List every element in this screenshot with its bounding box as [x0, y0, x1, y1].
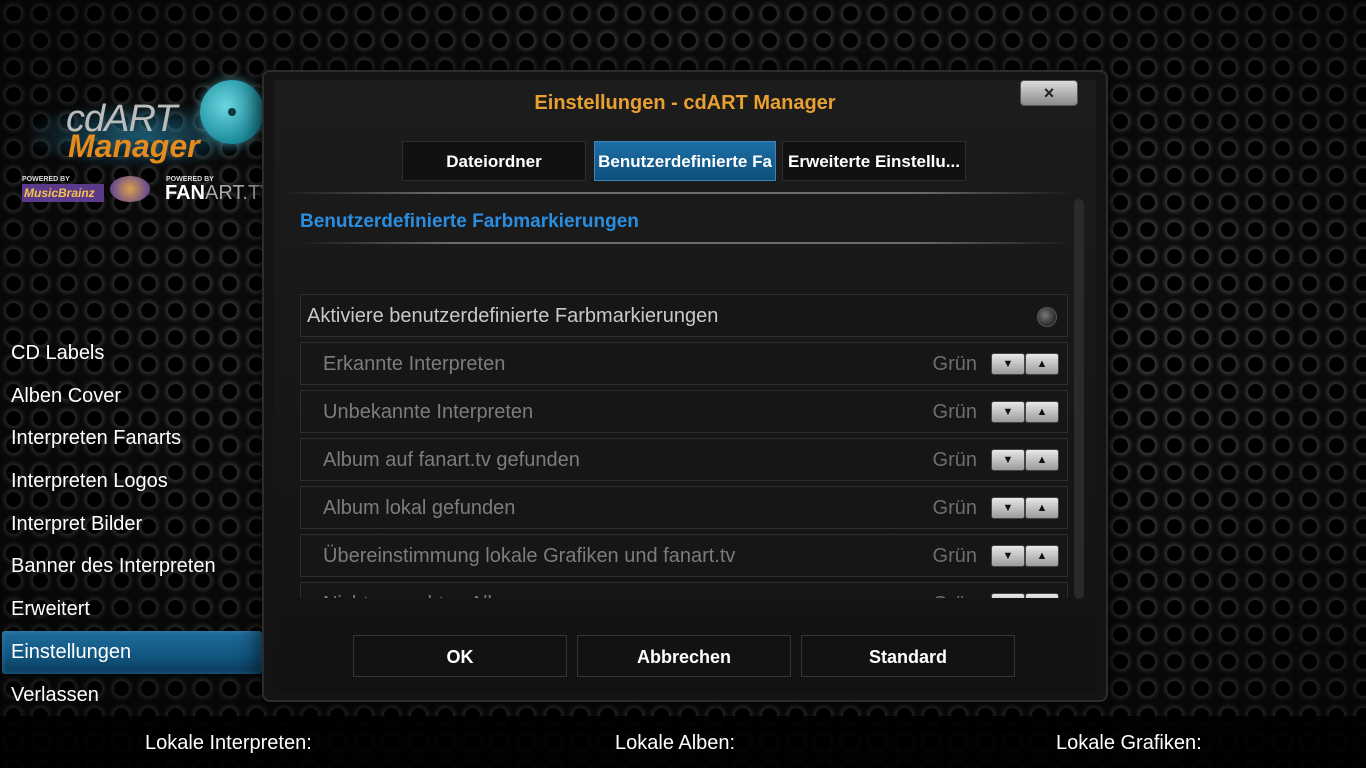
toggle-radio[interactable]: [1037, 307, 1057, 327]
setting-label: Album auf fanart.tv gefunden: [323, 449, 580, 471]
tabs-divider: [284, 192, 1074, 194]
sidebar-item-cd-labels[interactable]: CD Labels: [0, 332, 262, 375]
local-albums-label: Lokale Alben:: [615, 732, 736, 754]
tab-custom-colors[interactable]: Benutzerdefinierte Fa: [594, 141, 776, 181]
setting-value: Grün: [932, 401, 977, 423]
setting-label: Unbekannte Interpreten: [323, 401, 534, 423]
local-artists-label: Lokale Interpreten:: [145, 732, 312, 754]
brain-icon: [110, 176, 150, 202]
close-button[interactable]: ×: [1020, 80, 1078, 106]
increase-arrow-icon[interactable]: ▲: [1025, 449, 1059, 471]
tab-advanced-settings[interactable]: Erweiterte Einstellu...: [782, 141, 966, 181]
setting-row-album-local[interactable]: Album lokal gefunden Grün ▼ ▲: [300, 486, 1068, 529]
decrease-arrow-icon[interactable]: ▼: [991, 593, 1025, 598]
setting-value: Grün: [932, 353, 977, 375]
sidebar-item-artist-banners[interactable]: Banner des Interpreten: [0, 545, 262, 588]
setting-label: Album lokal gefunden: [323, 497, 516, 519]
logo-text-sub: Manager: [68, 128, 200, 164]
value-spinner: ▼ ▲: [991, 449, 1061, 471]
ok-button[interactable]: OK: [353, 635, 567, 677]
increase-arrow-icon[interactable]: ▲: [1025, 401, 1059, 423]
sidebar: CD Labels Alben Cover Interpreten Fanart…: [0, 332, 262, 716]
setting-row-album-on-fanart[interactable]: Album auf fanart.tv gefunden Grün ▼ ▲: [300, 438, 1068, 481]
decrease-arrow-icon[interactable]: ▼: [991, 545, 1025, 567]
increase-arrow-icon[interactable]: ▲: [1025, 353, 1059, 375]
setting-label: Nicht gesuchtes Album: [323, 583, 526, 598]
sidebar-item-artist-logos[interactable]: Interpreten Logos: [0, 460, 262, 503]
settings-list: Aktiviere benutzerdefinierte Farbmarkier…: [300, 294, 1068, 598]
musicbrainz-logo: MusicBrainz: [22, 184, 104, 202]
setting-row-unsearched-album[interactable]: Nicht gesuchtes Album Grün ▼ ▲: [300, 582, 1068, 598]
decrease-arrow-icon[interactable]: ▼: [991, 497, 1025, 519]
disc-icon: [200, 80, 264, 144]
decrease-arrow-icon[interactable]: ▼: [991, 353, 1025, 375]
decrease-arrow-icon[interactable]: ▼: [991, 401, 1025, 423]
increase-arrow-icon[interactable]: ▲: [1025, 497, 1059, 519]
list-scrollbar[interactable]: [1074, 199, 1084, 599]
settings-dialog: Einstellungen - cdART Manager × Dateiord…: [262, 70, 1108, 702]
increase-arrow-icon[interactable]: ▲: [1025, 545, 1059, 567]
fanart-logo-a: FAN: [165, 182, 205, 204]
setting-value: Grün: [932, 545, 977, 567]
value-spinner: ▼ ▲: [991, 401, 1061, 423]
status-bar: Lokale Interpreten: Lokale Alben: Lokale…: [0, 716, 1366, 768]
decrease-arrow-icon[interactable]: ▼: [991, 449, 1025, 471]
setting-row-enable-colors[interactable]: Aktiviere benutzerdefinierte Farbmarkier…: [300, 294, 1068, 337]
value-spinner: ▼ ▲: [991, 497, 1061, 519]
app-logo: cdART Manager POWERED BY MusicBrainz POW…: [20, 80, 274, 210]
local-artwork-label: Lokale Grafiken:: [1056, 732, 1202, 754]
setting-row-match-local-fanart[interactable]: Übereinstimmung lokale Grafiken und fana…: [300, 534, 1068, 577]
setting-value: Grün: [933, 583, 977, 598]
sidebar-item-exit[interactable]: Verlassen: [0, 674, 262, 717]
value-spinner: ▼ ▲: [991, 353, 1061, 375]
sidebar-item-settings[interactable]: Einstellungen: [2, 630, 262, 674]
sidebar-item-artist-images[interactable]: Interpret Bilder: [0, 503, 262, 546]
powered-by-label: POWERED BY: [22, 176, 70, 183]
sidebar-item-artist-fanarts[interactable]: Interpreten Fanarts: [0, 417, 262, 460]
setting-row-unknown-artists[interactable]: Unbekannte Interpreten Grün ▼ ▲: [300, 390, 1068, 433]
setting-value: Grün: [932, 497, 977, 519]
setting-row-recognized-artists[interactable]: Erkannte Interpreten Grün ▼ ▲: [300, 342, 1068, 385]
sidebar-item-album-covers[interactable]: Alben Cover: [0, 375, 262, 418]
section-title: Benutzerdefinierte Farbmarkierungen: [300, 211, 639, 232]
sidebar-item-advanced[interactable]: Erweitert: [0, 588, 262, 631]
cancel-button[interactable]: Abbrechen: [577, 635, 791, 677]
value-spinner: ▼ ▲: [991, 545, 1061, 567]
value-spinner: ▼ ▲: [991, 593, 1061, 598]
increase-arrow-icon[interactable]: ▲: [1025, 593, 1059, 598]
default-button[interactable]: Standard: [801, 635, 1015, 677]
tab-folders[interactable]: Dateiordner: [402, 141, 586, 181]
section-divider: [300, 242, 1070, 244]
setting-label: Übereinstimmung lokale Grafiken und fana…: [323, 545, 736, 567]
dialog-title: Einstellungen - cdART Manager: [534, 92, 836, 114]
fanart-logo: FANART.TV: [165, 182, 274, 205]
setting-value: Grün: [932, 449, 977, 471]
setting-label: Erkannte Interpreten: [323, 353, 506, 375]
setting-label: Aktiviere benutzerdefinierte Farbmarkier…: [307, 305, 719, 327]
